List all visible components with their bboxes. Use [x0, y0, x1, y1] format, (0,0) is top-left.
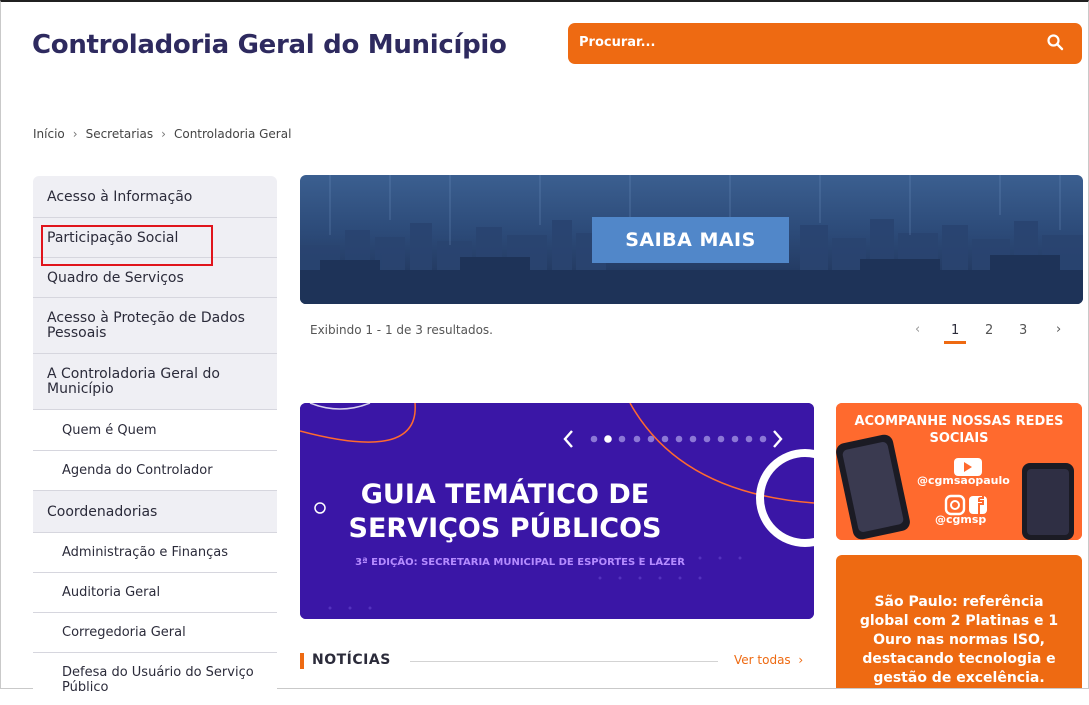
site-title[interactable]: Controladoria Geral do Município	[32, 30, 507, 60]
sidebar-item-label: Corregedoria Geral	[62, 625, 186, 640]
sidebar-item-label: Quem é Quem	[62, 422, 157, 438]
pagination: ‹ 1 2 3 ›	[912, 320, 1072, 344]
social-title: ACOMPANHE NOSSAS REDES SOCIAIS	[854, 414, 1064, 446]
sidebar-item-auditoria[interactable]: Auditoria Geral	[33, 573, 277, 613]
see-all-news-link[interactable]: Ver todas ›	[734, 653, 803, 667]
highlight-box	[41, 225, 213, 266]
youtube-handle: @cgmsaopaulo	[917, 474, 1010, 487]
news-divider	[410, 661, 718, 662]
search-input[interactable]: Procurar...	[579, 35, 655, 50]
current-page-indicator	[944, 341, 966, 344]
sidebar-item-label: Defesa do Usuário do Serviço Público	[62, 665, 254, 695]
instagram-handle: @cgmsp	[935, 513, 987, 526]
sidebar-item-coordenadorias[interactable]: Coordenadorias	[33, 491, 277, 533]
sidebar-item-quem-e-quem[interactable]: Quem é Quem	[33, 410, 277, 451]
chevron-right-icon: ›	[161, 127, 166, 141]
chevron-right-icon: ›	[72, 127, 78, 141]
sidebar-item-label: A Controladoria Geral do Município	[47, 365, 220, 397]
guia-subtitle: 3ª EDIÇÃO: SECRETARIA MUNICIPAL DE ESPOR…	[355, 557, 685, 568]
sidebar-item-agenda[interactable]: Agenda do Controlador	[33, 451, 277, 491]
sidebar-item-label: Administração e Finanças	[62, 545, 229, 560]
results-count: Exibindo 1 - 1 de 3 resultados.	[310, 323, 493, 337]
carousel-controls	[563, 430, 783, 448]
page-link-3[interactable]: 3	[1019, 323, 1027, 338]
see-all-label: Ver todas	[734, 653, 791, 667]
news-accent-bar	[300, 653, 304, 669]
chevron-right-icon: ›	[794, 653, 804, 667]
sidebar-item-controladoria[interactable]: A Controladoria Geral do Município	[33, 354, 277, 410]
sidebar-item-label: Coordenadorias	[47, 503, 158, 520]
chevron-right-icon[interactable]: ›	[1056, 322, 1061, 337]
breadcrumb: Início › Secretarias › Controladoria Ger…	[33, 127, 291, 141]
guia-title: GUIA TEMÁTICO DE SERVIÇOS PÚBLICOS	[348, 479, 662, 544]
breadcrumb-item-current: Controladoria Geral	[173, 127, 292, 141]
sidebar-item-label: Agenda do Controlador	[62, 463, 213, 478]
sidebar-item-label: Quadro de Serviços	[47, 269, 184, 286]
search-box[interactable]: Procurar...	[568, 23, 1082, 64]
saiba-mais-button[interactable]: SAIBA MAIS	[592, 217, 789, 263]
chevron-left-icon[interactable]: ‹	[915, 322, 920, 337]
carousel-prev-icon[interactable]	[563, 430, 573, 448]
breadcrumb-item-secretarias[interactable]: Secretarias	[86, 127, 154, 141]
sidebar-item-label: Acesso à Proteção de Dados Pessoais	[47, 309, 245, 341]
iso-banner-text: São Paulo: referência global com 2 Plati…	[859, 594, 1059, 686]
sidebar-item-defesa-usuario[interactable]: Defesa do Usuário do Serviço Público	[33, 653, 277, 705]
sidebar-item-corregedoria[interactable]: Corregedoria Geral	[33, 613, 277, 653]
news-heading: NOTÍCIAS	[312, 652, 391, 668]
sidebar-item-administracao[interactable]: Administração e Finanças	[33, 533, 277, 573]
search-icon[interactable]	[1046, 33, 1064, 51]
page-link-2[interactable]: 2	[985, 323, 993, 338]
carousel-next-icon[interactable]	[773, 430, 783, 448]
page-link-1[interactable]: 1	[951, 323, 959, 338]
sidebar-item-protecao-dados[interactable]: Acesso à Proteção de Dados Pessoais	[33, 298, 277, 354]
sidebar-item-acesso-informacao[interactable]: Acesso à Informação	[33, 176, 277, 218]
breadcrumb-item-inicio[interactable]: Início	[33, 127, 65, 141]
sidebar-item-label: Acesso à Informação	[47, 188, 193, 205]
carousel-active-dot	[604, 435, 612, 443]
sidebar-item-label: Auditoria Geral	[62, 585, 161, 600]
